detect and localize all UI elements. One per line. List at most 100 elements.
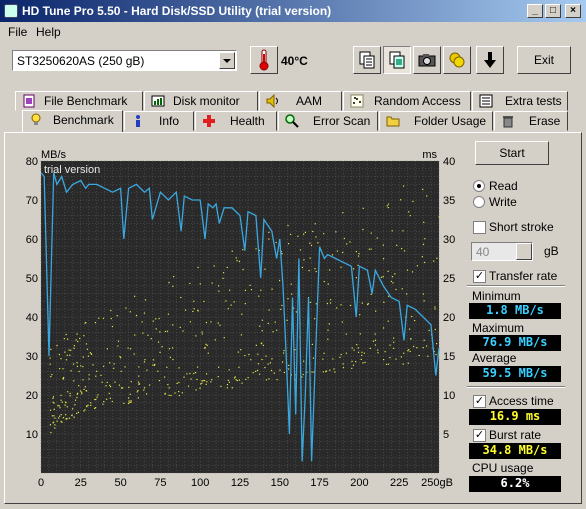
access-time-point bbox=[138, 375, 140, 377]
access-time-point bbox=[359, 333, 361, 335]
temperature-button[interactable] bbox=[250, 46, 278, 74]
cpu-usage-label: CPU usage bbox=[472, 461, 534, 475]
access-time-point bbox=[326, 302, 328, 305]
tab-label: Info bbox=[159, 114, 180, 128]
write-label: Write bbox=[489, 195, 517, 209]
burst-rate-checkbox[interactable]: ✓ bbox=[473, 429, 486, 442]
copy-screenshot-button[interactable] bbox=[383, 46, 411, 74]
access-time-point bbox=[295, 311, 298, 313]
y-left-tick-label: 10 bbox=[26, 429, 38, 441]
access-time-point bbox=[158, 380, 160, 382]
coins-button[interactable] bbox=[443, 46, 471, 74]
short-stroke-checkbox[interactable] bbox=[473, 221, 486, 234]
access-time-point bbox=[134, 334, 136, 336]
read-label: Read bbox=[489, 179, 518, 193]
access-time-point bbox=[428, 329, 430, 331]
drive-select[interactable]: ST3250620AS (250 gB) bbox=[12, 50, 237, 71]
access-time-point bbox=[195, 335, 197, 337]
access-time-point bbox=[213, 265, 215, 267]
access-time-point bbox=[60, 358, 62, 360]
access-time-point bbox=[155, 318, 157, 320]
menu-file[interactable]: File bbox=[8, 25, 27, 39]
access-time-point bbox=[77, 392, 79, 394]
access-time-point bbox=[66, 418, 68, 420]
access-time-point bbox=[297, 235, 299, 237]
short-stroke-spinner[interactable] bbox=[516, 243, 532, 260]
access-time-point bbox=[309, 257, 311, 259]
access-time-point bbox=[275, 241, 277, 244]
y-right-tick-label: 25 bbox=[443, 273, 455, 285]
access-time-point bbox=[172, 285, 174, 287]
tab-disk-monitor[interactable]: Disk monitor bbox=[144, 91, 258, 111]
access-time-point bbox=[56, 420, 58, 422]
y-right-tick-label: 15 bbox=[443, 351, 455, 363]
tab-erase[interactable]: Erase bbox=[494, 111, 568, 131]
access-time-point bbox=[74, 404, 76, 406]
access-time-point bbox=[227, 379, 229, 382]
menu-help[interactable]: Help bbox=[36, 25, 61, 39]
access-time-checkbox[interactable]: ✓ bbox=[473, 395, 486, 408]
access-time-point bbox=[393, 337, 395, 339]
access-time-point bbox=[142, 332, 144, 334]
write-radio[interactable] bbox=[473, 196, 485, 208]
exit-button[interactable]: Exit bbox=[517, 46, 571, 74]
access-time-point bbox=[286, 319, 288, 321]
access-time-point bbox=[83, 388, 85, 390]
x-tick-label: 50 bbox=[114, 477, 126, 489]
access-time-point bbox=[137, 381, 140, 383]
access-time-point bbox=[118, 384, 121, 386]
x-tick-label: 200 bbox=[350, 477, 368, 489]
tab-file-benchmark[interactable]: File Benchmark bbox=[15, 91, 143, 111]
access-time-point bbox=[94, 407, 97, 409]
copy-text-button[interactable] bbox=[353, 46, 381, 74]
access-time-point bbox=[421, 256, 423, 258]
access-time-point bbox=[102, 403, 104, 405]
chevron-down-icon[interactable] bbox=[219, 52, 235, 69]
tab-extra-tests[interactable]: Extra tests bbox=[472, 91, 568, 111]
tab-benchmark[interactable]: Benchmark bbox=[22, 110, 123, 132]
access-time-point bbox=[387, 270, 389, 272]
access-time-point bbox=[201, 382, 203, 384]
access-time-point bbox=[106, 381, 108, 384]
camera-button[interactable] bbox=[413, 46, 441, 74]
tab-random-access[interactable]: Random Access bbox=[343, 91, 471, 111]
access-time-point bbox=[341, 251, 344, 254]
access-time-point bbox=[423, 339, 425, 341]
info-icon bbox=[131, 114, 145, 128]
access-time-point bbox=[374, 344, 377, 346]
tab-folder-usage[interactable]: Folder Usage bbox=[379, 111, 493, 131]
tab-info[interactable]: Info bbox=[124, 111, 194, 131]
start-button[interactable]: Start bbox=[475, 141, 549, 165]
access-time-point bbox=[237, 351, 239, 353]
tab-health[interactable]: Health bbox=[195, 111, 277, 131]
access-time-point bbox=[64, 404, 66, 406]
access-time-point bbox=[259, 325, 261, 327]
access-time-point bbox=[416, 265, 419, 267]
close-button[interactable]: × bbox=[565, 4, 581, 18]
read-radio[interactable] bbox=[473, 180, 485, 192]
access-time-point bbox=[231, 250, 233, 252]
download-button[interactable] bbox=[476, 46, 504, 74]
camera-icon bbox=[418, 54, 436, 67]
maximum-label: Maximum bbox=[472, 321, 525, 335]
access-time-point bbox=[65, 401, 67, 404]
access-time-point bbox=[349, 241, 351, 243]
transfer-rate-checkbox[interactable]: ✓ bbox=[473, 270, 486, 283]
access-time-point bbox=[189, 372, 191, 375]
copy-screenshot-icon bbox=[389, 51, 405, 69]
access-time-point bbox=[438, 216, 440, 218]
access-time-point bbox=[97, 394, 99, 396]
access-time-point bbox=[358, 252, 360, 255]
access-time-point bbox=[173, 275, 175, 278]
access-time-point bbox=[178, 394, 180, 397]
tab-error-scan[interactable]: Error Scan bbox=[278, 111, 378, 131]
access-time-point bbox=[108, 392, 110, 395]
access-time-point bbox=[96, 370, 98, 372]
maximize-button[interactable]: □ bbox=[545, 4, 561, 18]
tab-aam[interactable]: AAM bbox=[259, 91, 342, 111]
access-time-point bbox=[315, 303, 317, 305]
access-time-point bbox=[176, 382, 178, 384]
minimize-button[interactable]: _ bbox=[527, 4, 543, 18]
access-time-point bbox=[280, 308, 282, 310]
access-time-point bbox=[223, 337, 225, 339]
